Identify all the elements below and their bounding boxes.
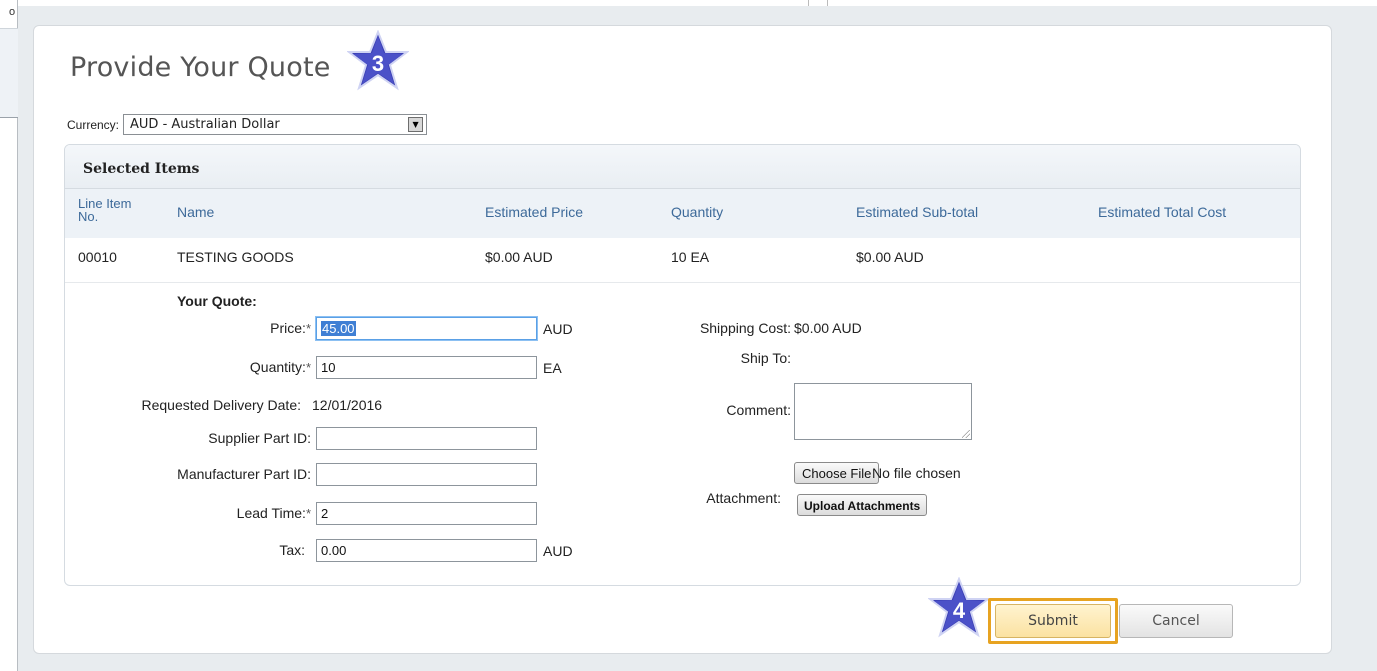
- price-input[interactable]: 45.00: [316, 317, 537, 340]
- col-name: Name: [177, 204, 215, 220]
- lead-time-label: Lead Time:*: [236, 505, 311, 521]
- supplier-part-id-label: Supplier Part ID:: [208, 430, 311, 446]
- choose-file-button[interactable]: Choose File: [794, 462, 880, 484]
- step-3-label: 3: [372, 51, 384, 76]
- submit-button[interactable]: Submit: [995, 604, 1111, 638]
- manufacturer-part-id-label: Manufacturer Part ID:: [177, 466, 311, 482]
- col-estimated-subtotal: Estimated Sub-total: [856, 204, 979, 220]
- table-row: 00010 TESTING GOODS $0.00 AUD 10 EA $0.0…: [65, 238, 1300, 283]
- background-left-fragment: o: [9, 6, 16, 18]
- upload-attachments-button[interactable]: Upload Attachments: [797, 494, 928, 516]
- quantity-input[interactable]: 10: [316, 356, 537, 379]
- tax-label: Tax:: [279, 542, 305, 558]
- step-3-star-badge: 3: [347, 30, 409, 91]
- items-table-header: Line Item No. Name Estimated Price Quant…: [65, 189, 1300, 238]
- selected-items-heading: Selected Items: [65, 145, 1300, 189]
- quote-card: Provide Your Quote 3 Currency: AUD - Aus…: [33, 25, 1332, 654]
- comment-textarea[interactable]: [794, 383, 972, 440]
- lead-time-input[interactable]: 2: [316, 502, 537, 525]
- step-4-star-badge: 4: [928, 577, 990, 638]
- selected-items-panel: Selected Items Line Item No. Name Estima…: [64, 144, 1301, 586]
- currency-select[interactable]: AUD - Australian Dollar ▼: [123, 114, 428, 135]
- currency-row: Currency: AUD - Australian Dollar ▼: [67, 114, 428, 135]
- currency-label: Currency:: [67, 117, 120, 132]
- background-left-panel: [0, 28, 18, 118]
- attachment-label: Attachment:: [706, 490, 781, 506]
- quantity-label: Quantity:*: [249, 359, 311, 375]
- supplier-part-id-input[interactable]: [316, 427, 537, 450]
- cell-estimated-subtotal: $0.00 AUD: [856, 249, 924, 265]
- cell-estimated-price: $0.00 AUD: [485, 249, 553, 265]
- required-mark: *: [305, 321, 311, 336]
- comment-label: Comment:: [726, 402, 791, 418]
- resize-grip-icon[interactable]: [962, 430, 970, 438]
- cell-quantity: 10 EA: [671, 249, 710, 265]
- required-mark: *: [305, 506, 311, 521]
- cancel-button[interactable]: Cancel: [1119, 604, 1233, 638]
- requested-delivery-label: Requested Delivery Date:: [141, 397, 301, 413]
- requested-delivery-value: 12/01/2016: [312, 397, 383, 413]
- manufacturer-part-id-input[interactable]: [316, 463, 537, 486]
- chevron-down-icon[interactable]: ▼: [408, 117, 424, 132]
- file-status-text: No file chosen: [872, 465, 961, 481]
- col-line-item-no: Line Item No.: [78, 196, 132, 224]
- quantity-unit: EA: [543, 360, 562, 376]
- quantity-value: 10: [321, 360, 336, 375]
- lead-time-value: 2: [321, 506, 329, 521]
- currency-selected-value: AUD - Australian Dollar: [130, 117, 280, 132]
- price-unit: AUD: [543, 321, 573, 337]
- cell-line-no: 00010: [78, 249, 117, 265]
- required-mark: *: [305, 360, 311, 375]
- step-4-label: 4: [953, 598, 966, 623]
- tax-value: 0.00: [321, 543, 347, 558]
- tax-input[interactable]: 0.00: [316, 539, 537, 562]
- price-value: 45.00: [321, 321, 356, 336]
- your-quote-heading: Your Quote:: [177, 293, 257, 309]
- col-quantity: Quantity: [671, 204, 724, 220]
- col-estimated-price: Estimated Price: [485, 204, 584, 220]
- ship-to-label: Ship To:: [740, 350, 791, 366]
- tax-unit: AUD: [543, 543, 573, 559]
- page-title: Provide Your Quote: [70, 52, 331, 83]
- shipping-cost-label: Shipping Cost:: [699, 320, 791, 336]
- price-label: Price:*: [270, 320, 311, 336]
- cell-name: TESTING GOODS: [177, 249, 294, 265]
- shipping-cost-value: $0.00 AUD: [794, 320, 862, 336]
- col-estimated-total-cost: Estimated Total Cost: [1098, 204, 1227, 220]
